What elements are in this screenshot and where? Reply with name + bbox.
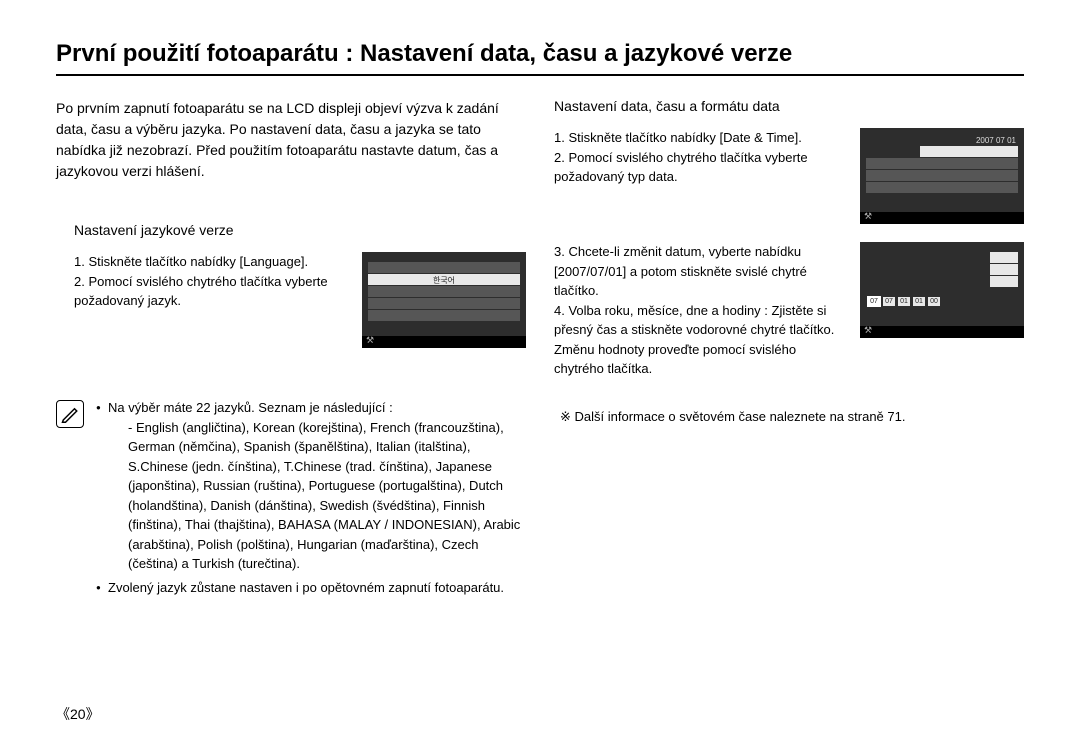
- date-min-pill: 00: [928, 297, 940, 306]
- tool-icon: ⚒: [863, 325, 873, 335]
- date-step-1: 1. Stiskněte tlačítko nabídky [Date & Ti…: [554, 128, 844, 148]
- date-menu-preview: 2007 07 01 ⚒: [860, 128, 1024, 224]
- note-language-list: - English (angličtina), Korean (korejšti…: [108, 418, 526, 574]
- right-column: Nastavení data, času a formátu data 1. S…: [554, 98, 1024, 601]
- date-values-preview: 07 07 01 01 00 ⚒: [860, 242, 1024, 338]
- right-subheading: Nastavení data, času a formátu data: [554, 98, 1024, 114]
- note-intro-text: Na výběr máte 22 jazyků. Seznam je násle…: [108, 400, 393, 415]
- date-hour-pill: 01: [913, 297, 925, 306]
- left-column: Po prvním zapnutí fotoaparátu se na LCD …: [56, 98, 526, 601]
- tool-icon: ⚒: [863, 211, 873, 221]
- language-steps-text: 1. Stiskněte tlačítko nabídky [Language]…: [56, 252, 346, 348]
- page-title: První použití fotoaparátu : Nastavení da…: [56, 40, 1024, 76]
- intro-paragraph: Po prvním zapnutí fotoaparátu se na LCD …: [56, 98, 526, 182]
- date-preview-topbar: 2007 07 01: [976, 136, 1016, 145]
- note-list: Na výběr máte 22 jazyků. Seznam je násle…: [96, 398, 526, 601]
- left-subheading: Nastavení jazykové verze: [74, 222, 526, 238]
- note-icon: [56, 400, 84, 428]
- note-languages: Na výběr máte 22 jazyků. Seznam je násle…: [96, 398, 526, 574]
- date-year-pill: 07: [868, 297, 880, 306]
- date-day-pill: 01: [898, 297, 910, 306]
- tool-icon: ⚒: [365, 335, 375, 345]
- two-column-layout: Po prvním zapnutí fotoaparátu se na LCD …: [56, 98, 1024, 601]
- language-step-1: 1. Stiskněte tlačítko nabídky [Language]…: [74, 252, 346, 272]
- date-step-2: 2. Pomocí svislého chytrého tlačítka vyb…: [554, 148, 844, 187]
- date-step-3: 3. Chcete-li změnit datum, vyberte nabíd…: [554, 242, 844, 301]
- page-number: 《20》: [56, 704, 100, 724]
- language-menu-preview: 한국어 ⚒: [362, 252, 526, 348]
- language-step-2: 2. Pomocí svislého chytrého tlačítka vyb…: [74, 272, 346, 311]
- note-persist: Zvolený jazyk zůstane nastaven i po opět…: [96, 578, 526, 598]
- note-block: Na výběr máte 22 jazyků. Seznam je násle…: [56, 398, 526, 601]
- language-selected-label: 한국어: [431, 275, 457, 286]
- date-month-pill: 07: [883, 297, 895, 306]
- world-time-footnote: ※ Další informace o světovém čase nalezn…: [554, 409, 1024, 425]
- date-steps-block-a: 1. Stiskněte tlačítko nabídky [Date & Ti…: [554, 128, 1024, 224]
- date-steps-block-b: 3. Chcete-li změnit datum, vyberte nabíd…: [554, 242, 1024, 379]
- date-step-4: 4. Volba roku, měsíce, dne a hodiny : Zj…: [554, 301, 844, 379]
- language-steps-block: 1. Stiskněte tlačítko nabídky [Language]…: [56, 252, 526, 348]
- date-steps-text-b: 3. Chcete-li změnit datum, vyberte nabíd…: [554, 242, 844, 379]
- date-steps-text-a: 1. Stiskněte tlačítko nabídky [Date & Ti…: [554, 128, 844, 224]
